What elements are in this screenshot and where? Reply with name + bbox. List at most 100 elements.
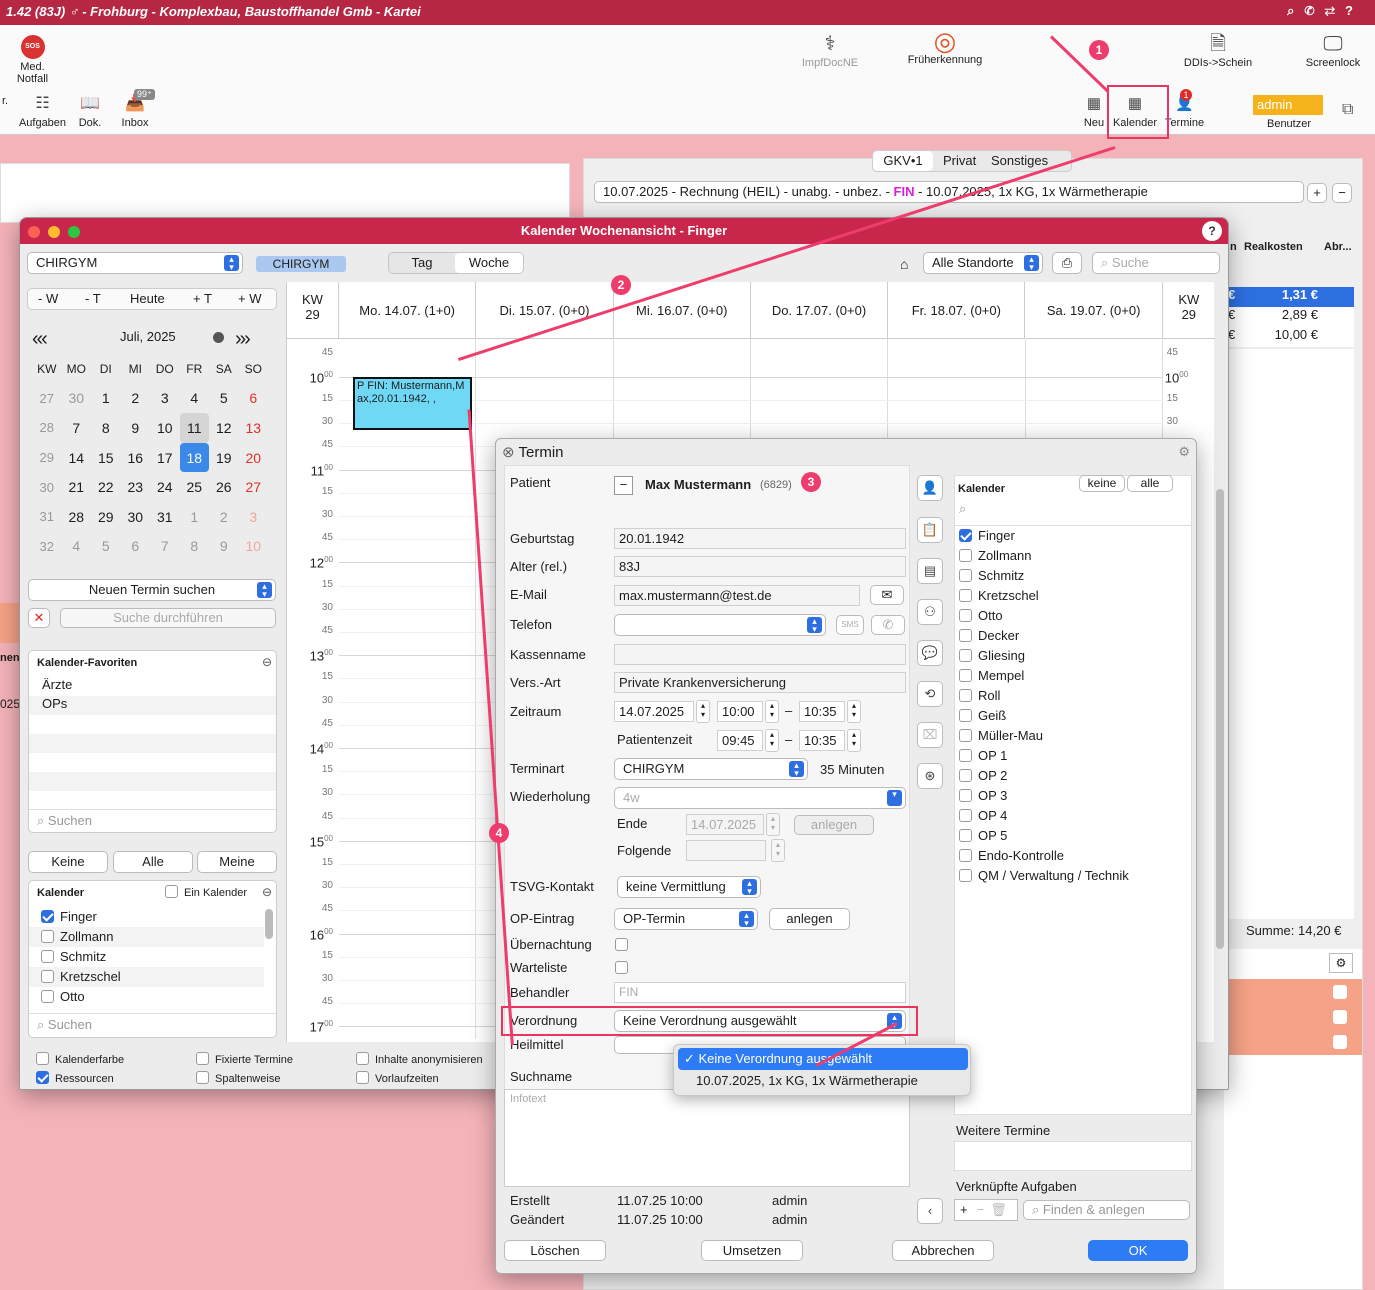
checkbox[interactable]: [165, 885, 178, 898]
dialog-kalender-item[interactable]: OP 4: [955, 806, 1191, 826]
calendar-day[interactable]: 2: [209, 502, 239, 532]
op-select[interactable]: OP-Termin ▴ ▾: [614, 908, 758, 930]
standorte-select[interactable]: Alle Standorte ▴ ▾: [923, 252, 1043, 274]
calendar-day[interactable]: 10: [239, 532, 269, 562]
wiederholung-select[interactable]: 4w ▾: [614, 787, 906, 809]
day-header[interactable]: Fr. 18.07. (0+0): [888, 282, 1026, 339]
von-stepper[interactable]: ▴ ▾: [765, 700, 779, 723]
nav-plus-day[interactable]: + T: [193, 289, 212, 309]
kalender-item[interactable]: Schmitz: [29, 947, 264, 967]
calendar-day[interactable]: 30: [62, 384, 92, 414]
checkbox[interactable]: [36, 1071, 49, 1084]
versart-field[interactable]: Private Krankenversicherung: [614, 672, 906, 693]
calendar-day[interactable]: 23: [121, 472, 151, 502]
impfdoc-button[interactable]: ⚕ ImpfDocNE: [795, 33, 865, 69]
view-toggle[interactable]: Tag Woche: [388, 252, 524, 274]
checkbox[interactable]: [41, 950, 54, 963]
calendar-day[interactable]: 21: [62, 472, 92, 502]
tab-privat[interactable]: Privat: [943, 151, 976, 171]
checkbox[interactable]: [41, 910, 54, 923]
dialog-kalender-item[interactable]: QM / Verwaltung / Technik: [955, 866, 1191, 886]
kalender-item[interactable]: Zollmann: [29, 927, 264, 947]
kalender-item[interactable]: Otto: [29, 987, 264, 1007]
day-header[interactable]: Mo. 14.07. (1+0): [339, 282, 477, 339]
calendar-day[interactable]: 22: [91, 472, 121, 502]
calendar-day[interactable]: 20: [239, 443, 269, 473]
week-number[interactable]: 27: [32, 384, 62, 414]
alle-button[interactable]: Alle: [113, 851, 193, 873]
ok-button[interactable]: OK: [1088, 1240, 1188, 1261]
week-number[interactable]: 30: [32, 472, 62, 502]
checkbox[interactable]: [959, 549, 972, 562]
calendar-day[interactable]: 26: [209, 472, 239, 502]
calendar-day[interactable]: 6: [239, 384, 269, 414]
bg-row-3[interactable]: €10,00 €: [1224, 327, 1354, 347]
calendar-day[interactable]: 4: [62, 532, 92, 562]
warteliste-checkbox[interactable]: [615, 960, 634, 975]
prev-year-icon[interactable]: «‹: [32, 328, 48, 351]
day-header[interactable]: Sa. 19.07. (0+0): [1025, 282, 1163, 339]
calendar-day[interactable]: 17: [150, 443, 180, 473]
keine-button[interactable]: Keine: [28, 851, 108, 873]
nav-minus-day[interactable]: - T: [85, 289, 101, 309]
calendar-day[interactable]: 28: [62, 502, 92, 532]
tab-sonstiges[interactable]: Sonstiges: [991, 151, 1048, 171]
title-icons[interactable]: ⌕✆⇄?: [1287, 3, 1363, 19]
calendar-day[interactable]: 13: [239, 413, 269, 443]
calendar-day[interactable]: 12: [209, 413, 239, 443]
calendar-day[interactable]: 15: [91, 443, 121, 473]
zoom-window-button[interactable]: [68, 226, 80, 238]
dialog-kalender-item[interactable]: Schmitz: [955, 566, 1191, 586]
checkbox[interactable]: [959, 649, 972, 662]
search-icon[interactable]: ⌕: [959, 501, 966, 517]
checkbox[interactable]: [615, 938, 628, 951]
kalender-item[interactable]: Kretzschel: [29, 967, 264, 987]
uebernachtung-checkbox[interactable]: [615, 937, 634, 952]
checkbox[interactable]: [196, 1052, 209, 1065]
checkbox[interactable]: [959, 849, 972, 862]
ende-field[interactable]: 14.07.2025: [686, 814, 764, 835]
opt-kalenderfarbe[interactable]: Kalenderfarbe: [36, 1052, 124, 1066]
dok-button[interactable]: 📖 Dok.: [75, 93, 105, 129]
calendar-day[interactable]: 27: [239, 472, 269, 502]
dialog-kalender-item[interactable]: Otto: [955, 606, 1191, 626]
calendar-day[interactable]: 5: [209, 384, 239, 414]
checkbox[interactable]: [615, 961, 628, 974]
help-icon[interactable]: ?: [1202, 221, 1222, 241]
remove-rechnung-button[interactable]: −: [1332, 183, 1352, 203]
history-icon[interactable]: ⟲: [917, 681, 943, 707]
lifebuoy-icon[interactable]: ⊛: [917, 763, 943, 789]
minimize-window-button[interactable]: [48, 226, 60, 238]
checkbox[interactable]: [356, 1052, 369, 1065]
calendar-day[interactable]: 18: [179, 442, 209, 473]
checkbox[interactable]: [41, 970, 54, 983]
opt-spaltenweise[interactable]: Spaltenweise: [196, 1071, 280, 1085]
favorit-item[interactable]: Ärzte: [29, 677, 276, 696]
mail-button[interactable]: ✉: [870, 585, 904, 605]
screenlock-button[interactable]: 🖵 Screenlock: [1298, 33, 1368, 69]
abbrechen-button[interactable]: Abbrechen: [892, 1240, 994, 1261]
dialog-kalender-item[interactable]: OP 1: [955, 746, 1191, 766]
neu-button[interactable]: ▦ Neu: [1080, 93, 1108, 129]
calendar-day[interactable]: 7: [62, 413, 92, 443]
call-button[interactable]: ✆: [871, 615, 905, 635]
von-field[interactable]: 10:00: [717, 701, 763, 722]
checkbox[interactable]: [959, 609, 972, 622]
ein-kalender-checkbox[interactable]: Ein Kalender: [165, 885, 247, 899]
tab-tag[interactable]: Tag: [389, 253, 455, 273]
dialog-kalender-item[interactable]: Mempel: [955, 666, 1191, 686]
dialog-kalender-item[interactable]: Kretzschel: [955, 586, 1191, 606]
calendar-day[interactable]: 29: [91, 502, 121, 532]
calendar-day[interactable]: 25: [180, 472, 210, 502]
dialog-kalender-item[interactable]: OP 2: [955, 766, 1191, 786]
dialog-kalender-item[interactable]: OP 5: [955, 826, 1191, 846]
kassenname-field[interactable]: [614, 644, 906, 665]
clear-search-button[interactable]: ✕: [28, 608, 50, 628]
add-icon[interactable]: +: [955, 1202, 973, 1217]
frueherkennung-button[interactable]: ◎ Früherkennung: [900, 28, 990, 66]
calendar-day[interactable]: 10: [150, 413, 180, 443]
notfall-button[interactable]: SOS Med. Notfall: [10, 35, 55, 85]
bis-stepper[interactable]: ▴ ▾: [847, 700, 861, 723]
checkbox[interactable]: [959, 709, 972, 722]
calendar-day[interactable]: 7: [150, 532, 180, 562]
